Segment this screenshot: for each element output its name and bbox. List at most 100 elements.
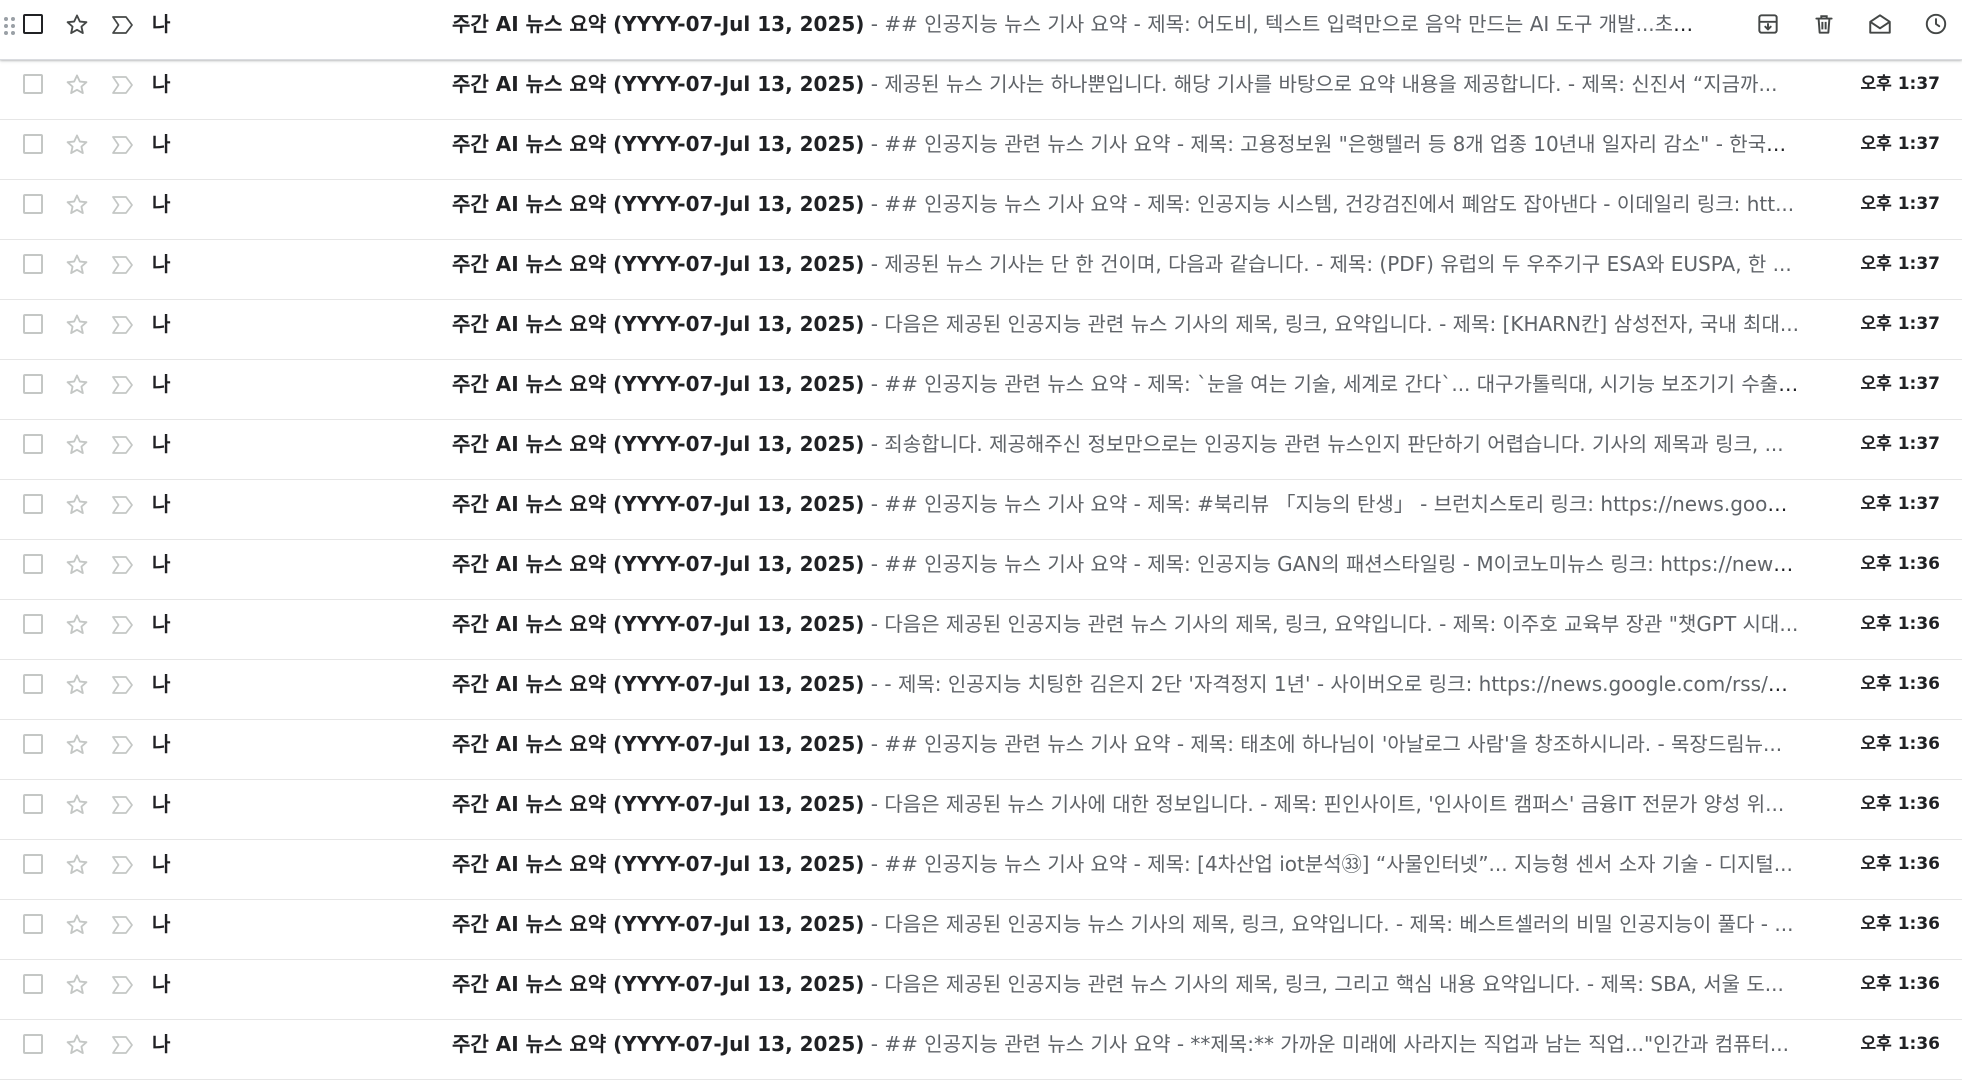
select-checkbox[interactable]	[23, 254, 43, 274]
email-content[interactable]: 주간 AI 뉴스 요약 (YYYY-07-Jul 13, 2025) - 죄송합…	[452, 420, 1800, 478]
star-icon[interactable]	[64, 252, 90, 278]
email-content[interactable]: 주간 AI 뉴스 요약 (YYYY-07-Jul 13, 2025) - 다음은…	[452, 780, 1800, 838]
email-subject: 주간 AI 뉴스 요약 (YYYY-07-Jul 13, 2025)	[452, 912, 865, 936]
email-content[interactable]: 주간 AI 뉴스 요약 (YYYY-07-Jul 13, 2025) - ## …	[452, 540, 1800, 598]
importance-marker-icon[interactable]	[110, 373, 136, 397]
importance-marker-icon[interactable]	[110, 553, 136, 577]
importance-marker-icon[interactable]	[110, 613, 136, 637]
star-icon[interactable]	[64, 972, 90, 998]
email-content[interactable]: 주간 AI 뉴스 요약 (YYYY-07-Jul 13, 2025) - ## …	[452, 840, 1800, 898]
importance-marker-icon[interactable]	[110, 73, 136, 97]
select-checkbox[interactable]	[23, 554, 43, 574]
importance-marker-icon[interactable]	[110, 913, 136, 937]
email-row[interactable]: 나 주간 AI 뉴스 요약 (YYYY-07-Jul 13, 2025) - 다…	[0, 780, 1962, 840]
star-icon[interactable]	[64, 732, 90, 758]
email-row[interactable]: 나 주간 AI 뉴스 요약 (YYYY-07-Jul 13, 2025) - #…	[0, 480, 1962, 540]
select-checkbox[interactable]	[23, 1034, 43, 1054]
email-content[interactable]: 주간 AI 뉴스 요약 (YYYY-07-Jul 13, 2025) - ## …	[452, 480, 1800, 538]
sender-name: 나	[152, 312, 171, 336]
email-content[interactable]: 주간 AI 뉴스 요약 (YYYY-07-Jul 13, 2025) - ## …	[452, 180, 1800, 238]
email-row[interactable]: 나 주간 AI 뉴스 요약 (YYYY-07-Jul 13, 2025) - #…	[0, 360, 1962, 420]
email-content[interactable]: 주간 AI 뉴스 요약 (YYYY-07-Jul 13, 2025) - ## …	[452, 720, 1800, 778]
email-content[interactable]: 주간 AI 뉴스 요약 (YYYY-07-Jul 13, 2025) - 다음은…	[452, 600, 1800, 658]
importance-marker-icon[interactable]	[110, 313, 136, 337]
email-row[interactable]: 나 주간 AI 뉴스 요약 (YYYY-07-Jul 13, 2025) - 다…	[0, 900, 1962, 960]
select-checkbox[interactable]	[23, 734, 43, 754]
email-content[interactable]: 주간 AI 뉴스 요약 (YYYY-07-Jul 13, 2025) - ## …	[452, 1020, 1800, 1078]
mark-as-read-button[interactable]	[1862, 8, 1898, 40]
importance-marker-icon[interactable]	[110, 433, 136, 457]
importance-marker-icon[interactable]	[110, 1033, 136, 1057]
email-row[interactable]: 나 주간 AI 뉴스 요약 (YYYY-07-Jul 13, 2025) - #…	[0, 540, 1962, 600]
email-content[interactable]: 주간 AI 뉴스 요약 (YYYY-07-Jul 13, 2025) - 다음은…	[452, 960, 1800, 1018]
importance-marker-icon[interactable]	[110, 193, 136, 217]
select-checkbox[interactable]	[23, 914, 43, 934]
star-icon[interactable]	[64, 132, 90, 158]
email-row[interactable]: 나 주간 AI 뉴스 요약 (YYYY-07-Jul 13, 2025) - #…	[0, 1020, 1962, 1080]
select-checkbox[interactable]	[23, 974, 43, 994]
select-checkbox[interactable]	[23, 794, 43, 814]
email-snippet: ## 인공지능 뉴스 기사 요약 - 제목: 어도비, 텍스트 입력만으로 음악…	[884, 12, 1697, 36]
importance-marker-icon[interactable]	[110, 493, 136, 517]
select-checkbox[interactable]	[23, 434, 43, 454]
star-icon[interactable]	[64, 12, 90, 38]
select-checkbox[interactable]	[23, 494, 43, 514]
subject-separator: -	[864, 72, 885, 96]
email-content[interactable]: 주간 AI 뉴스 요약 (YYYY-07-Jul 13, 2025) - 제공된…	[452, 60, 1800, 118]
star-icon[interactable]	[64, 1032, 90, 1058]
email-row[interactable]: 나 주간 AI 뉴스 요약 (YYYY-07-Jul 13, 2025) - 다…	[0, 600, 1962, 660]
email-row[interactable]: 나 주간 AI 뉴스 요약 (YYYY-07-Jul 13, 2025) - 죄…	[0, 420, 1962, 480]
select-checkbox[interactable]	[23, 314, 43, 334]
email-row[interactable]: 나 주간 AI 뉴스 요약 (YYYY-07-Jul 13, 2025) - #…	[0, 840, 1962, 900]
importance-marker-icon[interactable]	[110, 733, 136, 757]
delete-button[interactable]	[1806, 8, 1842, 40]
star-icon[interactable]	[64, 672, 90, 698]
snooze-button[interactable]	[1918, 8, 1954, 40]
importance-marker-icon[interactable]	[110, 853, 136, 877]
email-content[interactable]: 주간 AI 뉴스 요약 (YYYY-07-Jul 13, 2025) - 다음은…	[452, 300, 1800, 358]
email-row[interactable]: 나 주간 AI 뉴스 요약 (YYYY-07-Jul 13, 2025) - #…	[0, 180, 1962, 240]
importance-marker-icon[interactable]	[110, 793, 136, 817]
email-content[interactable]: 주간 AI 뉴스 요약 (YYYY-07-Jul 13, 2025) - ## …	[452, 0, 1697, 58]
importance-marker-icon[interactable]	[110, 133, 136, 157]
select-checkbox[interactable]	[23, 614, 43, 634]
star-icon[interactable]	[64, 612, 90, 638]
email-row[interactable]: 나 주간 AI 뉴스 요약 (YYYY-07-Jul 13, 2025) - 다…	[0, 300, 1962, 360]
star-icon[interactable]	[64, 492, 90, 518]
archive-button[interactable]	[1750, 8, 1786, 40]
select-checkbox[interactable]	[23, 374, 43, 394]
importance-marker-icon[interactable]	[110, 253, 136, 277]
importance-marker-icon[interactable]	[110, 13, 136, 37]
email-content[interactable]: 주간 AI 뉴스 요약 (YYYY-07-Jul 13, 2025) - ## …	[452, 120, 1800, 178]
drag-handle-icon[interactable]	[4, 17, 16, 39]
star-icon[interactable]	[64, 192, 90, 218]
received-time: 오후 1:37	[1860, 194, 1940, 214]
email-content[interactable]: 주간 AI 뉴스 요약 (YYYY-07-Jul 13, 2025) - - 제…	[452, 660, 1800, 718]
star-icon[interactable]	[64, 312, 90, 338]
email-content[interactable]: 주간 AI 뉴스 요약 (YYYY-07-Jul 13, 2025) - 제공된…	[452, 240, 1800, 298]
select-checkbox[interactable]	[23, 854, 43, 874]
email-row[interactable]: 나 주간 AI 뉴스 요약 (YYYY-07-Jul 13, 2025) - #…	[0, 120, 1962, 180]
email-row[interactable]: 나 주간 AI 뉴스 요약 (YYYY-07-Jul 13, 2025) - -…	[0, 660, 1962, 720]
star-icon[interactable]	[64, 552, 90, 578]
star-icon[interactable]	[64, 372, 90, 398]
star-icon[interactable]	[64, 912, 90, 938]
star-icon[interactable]	[64, 792, 90, 818]
email-row[interactable]: 나 주간 AI 뉴스 요약 (YYYY-07-Jul 13, 2025) - #…	[0, 720, 1962, 780]
star-icon[interactable]	[64, 72, 90, 98]
importance-marker-icon[interactable]	[110, 673, 136, 697]
select-checkbox[interactable]	[23, 74, 43, 94]
select-checkbox[interactable]	[23, 14, 43, 34]
select-checkbox[interactable]	[23, 674, 43, 694]
select-checkbox[interactable]	[23, 194, 43, 214]
email-row[interactable]: 나 주간 AI 뉴스 요약 (YYYY-07-Jul 13, 2025) - 다…	[0, 960, 1962, 1020]
email-row[interactable]: 나 주간 AI 뉴스 요약 (YYYY-07-Jul 13, 2025) - 제…	[0, 60, 1962, 120]
star-icon[interactable]	[64, 432, 90, 458]
email-row[interactable]: 나 주간 AI 뉴스 요약 (YYYY-07-Jul 13, 2025) - 제…	[0, 240, 1962, 300]
star-icon[interactable]	[64, 852, 90, 878]
importance-marker-icon[interactable]	[110, 973, 136, 997]
email-content[interactable]: 주간 AI 뉴스 요약 (YYYY-07-Jul 13, 2025) - ## …	[452, 360, 1800, 418]
email-content[interactable]: 주간 AI 뉴스 요약 (YYYY-07-Jul 13, 2025) - 다음은…	[452, 900, 1800, 958]
email-row[interactable]: 나 주간 AI 뉴스 요약 (YYYY-07-Jul 13, 2025) - #…	[0, 0, 1962, 60]
select-checkbox[interactable]	[23, 134, 43, 154]
